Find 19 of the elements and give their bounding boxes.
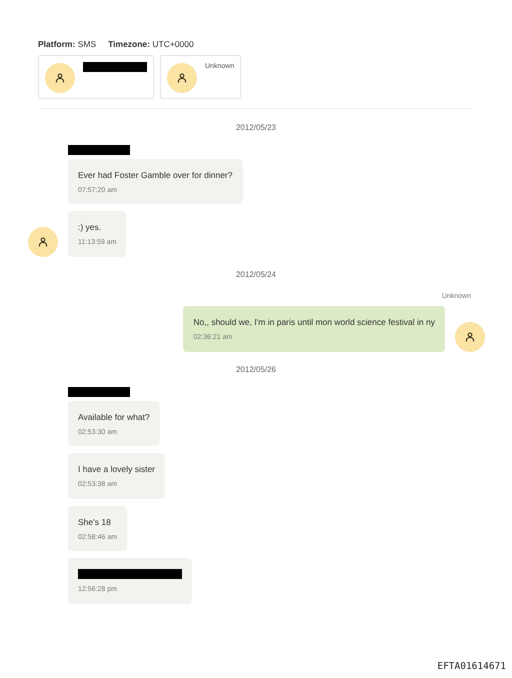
message-text: Ever had Foster Gamble over for dinner? [78, 168, 232, 181]
platform-info: Platform: SMS [38, 38, 96, 51]
date-label: 2012/05/24 [236, 268, 276, 281]
message-text: No,, should we, I'm in paris until mon world science festival in ny [193, 316, 435, 328]
timezone-info: Timezone: UTC+0000 [108, 38, 194, 51]
person-icon [465, 332, 475, 342]
message-text: I have a lovely sister [78, 463, 156, 476]
person-icon [177, 72, 187, 83]
person-icon [55, 72, 65, 83]
message-text: :) yes. [78, 221, 102, 234]
date-label: 2012/05/23 [236, 122, 276, 134]
redaction-bar [68, 386, 130, 397]
person-icon [38, 236, 48, 247]
date-label: 2012/05/26 [236, 364, 276, 376]
document-id: EFTA01614671 [437, 660, 506, 674]
redaction-bar [68, 144, 130, 155]
message-text: Available for what? [78, 410, 150, 423]
message-text: She's 18 [78, 516, 112, 528]
redaction-bar [83, 62, 147, 72]
